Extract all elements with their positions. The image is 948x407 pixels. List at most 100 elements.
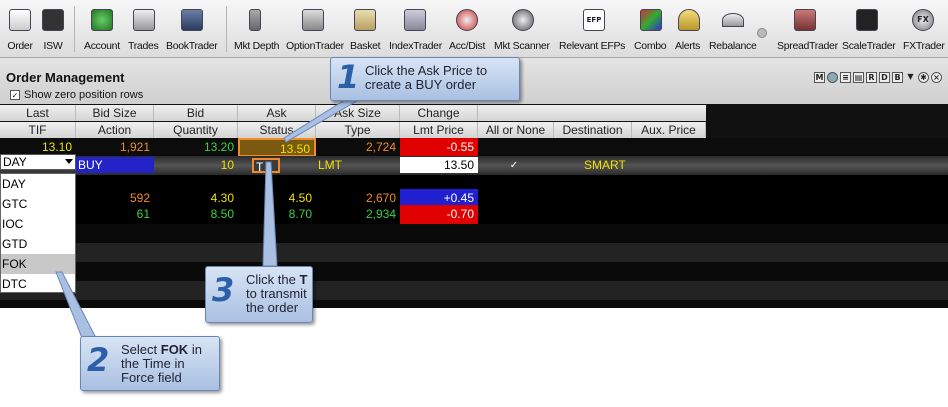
transmit-button[interactable]: T <box>252 158 280 174</box>
column-header-row-2: TIF Action Quantity Status Type Lmt Pric… <box>0 122 706 138</box>
order-type-cell[interactable]: LMT <box>316 156 400 175</box>
globe-icon[interactable] <box>827 72 838 83</box>
mkt-scanner-icon <box>512 9 534 31</box>
toolbar-relevant-efps-button[interactable]: EFP Relevant EFPs <box>559 2 625 56</box>
destination-cell[interactable]: SMART <box>554 156 632 175</box>
callout-2-line-1a: Select <box>121 342 161 357</box>
toolbar-alerts-button[interactable]: Alerts <box>675 2 701 56</box>
bid-price-cell[interactable]: 8.50 <box>154 205 238 224</box>
tif-option-gtd[interactable]: GTD <box>1 234 75 254</box>
toolbar-label: Account <box>84 40 120 52</box>
toolbar-trades-button[interactable]: Trades <box>128 2 159 56</box>
tif-dropdown[interactable]: DAY <box>0 154 76 170</box>
grid-icon[interactable]: ▤ <box>853 72 864 83</box>
r-icon[interactable]: R <box>866 72 877 83</box>
toolbar-rebalance-button[interactable]: Rebalance <box>709 2 757 56</box>
order-icon <box>9 9 31 31</box>
toolbar-label: ISW <box>43 40 63 52</box>
callout-2-number: 2 <box>87 341 110 379</box>
bid-size-cell[interactable]: 61 <box>76 205 154 224</box>
tif-option-day[interactable]: DAY <box>1 174 75 194</box>
tif-option-gtc[interactable]: GTC <box>1 194 75 214</box>
ask-price-cell[interactable]: 8.70 <box>238 205 316 224</box>
col-destination-header[interactable]: Destination <box>554 122 632 138</box>
fxtrader-icon: FX <box>912 9 934 31</box>
col-type-header[interactable]: Type <box>316 122 400 138</box>
toolbar-label: ScaleTrader <box>842 40 896 52</box>
filter-icon[interactable]: ▼ <box>905 72 916 83</box>
d-icon[interactable]: D <box>879 72 890 83</box>
scaletrader-icon <box>856 9 878 31</box>
callout-2-line-2: the Time in <box>121 356 185 371</box>
alerts-icon <box>678 9 700 31</box>
tif-option-ioc[interactable]: IOC <box>1 214 75 234</box>
callout-3-line-1a: Click the <box>246 272 300 287</box>
tif-selected-value: DAY <box>3 155 27 169</box>
col-action-header[interactable]: Action <box>76 122 154 138</box>
col-quantity-header[interactable]: Quantity <box>154 122 238 138</box>
toolbar-account-button[interactable]: Account <box>84 2 120 56</box>
col-status-header[interactable]: Status <box>238 122 316 138</box>
bid-size-cell[interactable]: 1,921 <box>76 138 154 157</box>
action-cell[interactable]: BUY <box>76 157 154 173</box>
col-all-or-none-header[interactable]: All or None <box>478 122 554 138</box>
col-bid-size-header[interactable]: Bid Size <box>76 105 154 121</box>
callout-3-line-1: Click the T <box>246 273 307 287</box>
tif-option-fok[interactable]: FOK <box>1 254 75 274</box>
toolbar-spreadtrader-button[interactable]: SpreadTrader <box>777 2 838 56</box>
col-last-header[interactable]: Last <box>0 105 76 121</box>
col-ask-size-header[interactable]: Ask Size <box>316 105 400 121</box>
close-icon[interactable]: × <box>931 72 942 83</box>
toolbar-combo-button[interactable]: Combo <box>634 2 667 56</box>
spreadtrader-icon <box>794 9 816 31</box>
col-tif-header[interactable]: TIF <box>0 122 76 138</box>
booktrader-icon <box>181 9 203 31</box>
table-row-order: BUY 10 T LMT 13.50 ✓ SMART <box>0 156 948 175</box>
m-icon[interactable]: M <box>814 72 825 83</box>
ask-price-cell[interactable]: 13.50 <box>238 138 316 157</box>
quantity-cell[interactable]: 10 <box>154 156 238 175</box>
lmt-price-cell[interactable]: 13.50 <box>400 157 478 173</box>
toolbar-scaletrader-button[interactable]: ScaleTrader <box>842 2 896 56</box>
toolbar-mkt-scanner-button[interactable]: Mkt Scanner <box>494 2 550 56</box>
ask-size-cell[interactable]: 2,724 <box>316 138 400 157</box>
show-zero-rows-toggle[interactable]: ✓ Show zero position rows <box>10 89 143 101</box>
bid-price-cell[interactable]: 13.20 <box>154 138 238 157</box>
callout-3-line-2: to transmit <box>246 286 307 301</box>
col-bid-header[interactable]: Bid <box>154 105 238 121</box>
toolbar-label: Combo <box>634 40 667 52</box>
table-row <box>0 281 948 300</box>
toolbar-order-button[interactable]: Order <box>6 2 34 56</box>
col-ask-header[interactable]: Ask <box>238 105 316 121</box>
toolbar-add-button[interactable] <box>756 2 768 56</box>
gear-icon[interactable]: ✱ <box>918 72 929 83</box>
toolbar-fxtrader-button[interactable]: FX FXTrader <box>903 2 945 56</box>
toolbar-label: Relevant EFPs <box>559 40 626 52</box>
all-or-none-checkbox[interactable]: ✓ <box>478 156 554 175</box>
show-zero-rows-label: Show zero position rows <box>24 89 144 101</box>
checkbox[interactable]: ✓ <box>10 90 20 100</box>
toolbar-isw-button[interactable]: ISW <box>40 2 66 56</box>
list-icon[interactable]: ≡ <box>840 72 851 83</box>
callout-2-line-3: Force field <box>121 370 182 385</box>
callout-3-line-3: the order <box>246 300 299 315</box>
toolbar-separator <box>226 6 227 52</box>
status-cell[interactable]: T <box>238 156 316 175</box>
tif-option-dtc[interactable]: DTC <box>1 274 75 294</box>
b-icon[interactable]: B <box>892 72 903 83</box>
toolbar-label: Rebalance <box>709 40 757 52</box>
toolbar-label: Alerts <box>675 40 701 52</box>
callout-2: 2 Select FOK in the Time in Force field <box>80 336 220 391</box>
toolbar-basket-button[interactable]: Basket <box>350 2 381 56</box>
toolbar-optiontrader-button[interactable]: OptionTrader <box>286 2 344 56</box>
col-lmt-price-header[interactable]: Lmt Price <box>400 122 478 138</box>
col-aux-price-header[interactable]: Aux. Price <box>632 122 706 138</box>
col-change-header[interactable]: Change <box>400 105 478 121</box>
toolbar-label: BookTrader <box>166 40 218 52</box>
ask-size-cell[interactable]: 2,934 <box>316 205 400 224</box>
toolbar-indextrader-button[interactable]: IndexTrader <box>389 2 442 56</box>
toolbar-acc-dist-button[interactable]: Acc/Dist <box>449 2 485 56</box>
toolbar-booktrader-button[interactable]: BookTrader <box>166 2 218 56</box>
toolbar-mkt-depth-button[interactable]: Mkt Depth <box>234 2 279 56</box>
main-toolbar: Order ISW Account Trades BookTrader Mkt … <box>0 0 948 58</box>
